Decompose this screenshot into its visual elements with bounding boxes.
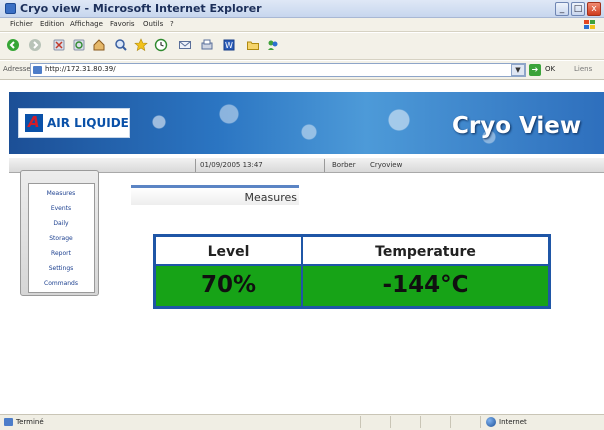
search-icon[interactable] bbox=[114, 38, 128, 52]
temperature-value: -144°C bbox=[382, 272, 469, 298]
status-separator bbox=[480, 416, 481, 428]
favorites-icon[interactable] bbox=[134, 38, 148, 52]
sidebar-item-storage[interactable]: Storage bbox=[28, 235, 94, 242]
links-button[interactable]: Liens bbox=[574, 65, 592, 73]
window-title: Cryo view - Microsoft Internet Explorer bbox=[20, 2, 262, 15]
logo-mark-letter: A bbox=[28, 113, 40, 131]
temperature-header: Temperature bbox=[375, 244, 476, 260]
print-icon[interactable] bbox=[200, 38, 214, 52]
folder-icon[interactable] bbox=[246, 38, 260, 52]
mail-icon[interactable] bbox=[178, 38, 192, 52]
menu-outils[interactable]: Outils bbox=[143, 20, 163, 28]
security-zone: Internet bbox=[499, 418, 527, 426]
go-arrow-icon[interactable]: ➔ bbox=[529, 64, 541, 76]
messenger-icon[interactable] bbox=[266, 38, 280, 52]
status-text: Terminé bbox=[16, 418, 44, 426]
menu-affichage[interactable]: Affichage bbox=[70, 20, 103, 28]
status-separator bbox=[450, 416, 451, 428]
page-icon bbox=[4, 418, 13, 426]
user-name: Borber bbox=[332, 161, 356, 169]
home-icon[interactable] bbox=[92, 38, 106, 52]
address-label: Adresse bbox=[3, 65, 31, 73]
status-separator bbox=[360, 416, 361, 428]
internet-zone-icon bbox=[486, 417, 496, 427]
forward-icon[interactable] bbox=[28, 38, 42, 52]
chevron-down-icon[interactable]: ▼ bbox=[511, 64, 525, 76]
level-value: 70% bbox=[200, 272, 257, 298]
sidebar-item-measures[interactable]: Measures bbox=[28, 190, 94, 197]
back-icon[interactable] bbox=[6, 38, 20, 52]
svg-text:W: W bbox=[225, 41, 233, 50]
toolbar bbox=[0, 33, 604, 60]
current-datetime: 01/09/2005 13:47 bbox=[200, 161, 263, 169]
close-button[interactable]: x bbox=[587, 2, 601, 16]
address-url[interactable]: http://172.31.80.39/ bbox=[45, 65, 116, 73]
menu-help[interactable]: ? bbox=[170, 20, 174, 28]
sidebar-item-events[interactable]: Events bbox=[28, 205, 94, 212]
menu-favoris[interactable]: Favoris bbox=[110, 20, 135, 28]
windows-logo-icon bbox=[584, 20, 595, 29]
stop-icon[interactable] bbox=[52, 38, 66, 52]
go-button[interactable]: OK bbox=[545, 65, 555, 73]
minimize-button[interactable]: _ bbox=[555, 2, 569, 16]
sidebar-item-report[interactable]: Report bbox=[28, 250, 94, 257]
logo-text: AIR LIQUIDE bbox=[47, 116, 129, 130]
sidebar-item-settings[interactable]: Settings bbox=[28, 265, 94, 272]
status-separator bbox=[420, 416, 421, 428]
refresh-icon[interactable] bbox=[72, 38, 86, 52]
menu-edition[interactable]: Edition bbox=[40, 20, 64, 28]
sidebar-item-daily[interactable]: Daily bbox=[28, 220, 94, 227]
menu-fichier[interactable]: Fichier bbox=[10, 20, 33, 28]
row-divider bbox=[156, 264, 548, 266]
site-name: Cryoview bbox=[370, 161, 403, 169]
app-name: Cryo View bbox=[452, 113, 582, 139]
maximize-button[interactable]: □ bbox=[571, 2, 585, 16]
page-icon bbox=[33, 66, 42, 74]
sidebar-item-commands[interactable]: Commands bbox=[28, 280, 94, 287]
level-header: Level bbox=[207, 244, 250, 260]
history-icon[interactable] bbox=[154, 38, 168, 52]
ie-window-icon bbox=[5, 3, 16, 14]
word-icon[interactable]: W bbox=[222, 38, 236, 52]
page-title: Measures bbox=[244, 191, 297, 204]
status-separator bbox=[390, 416, 391, 428]
